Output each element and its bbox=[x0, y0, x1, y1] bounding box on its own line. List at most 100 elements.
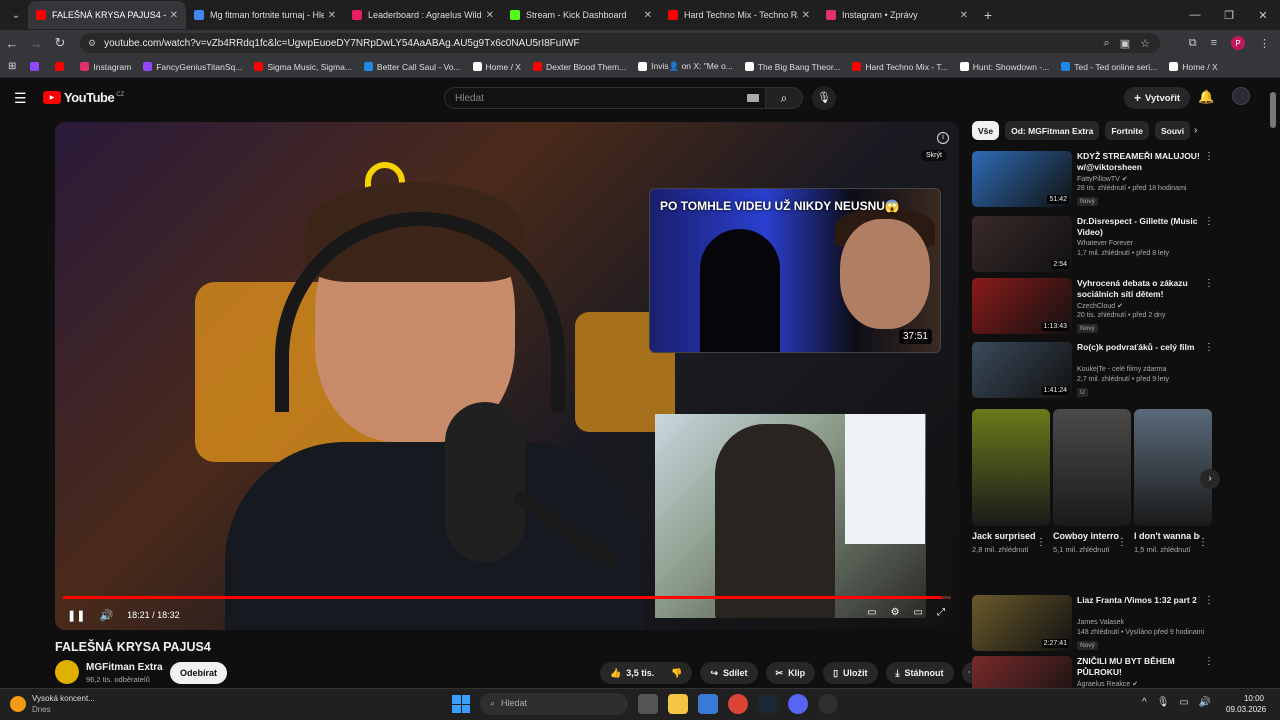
speaker-icon[interactable]: 🔊 bbox=[1199, 697, 1211, 708]
subtitles-icon[interactable]: ▭ bbox=[867, 607, 876, 618]
info-icon[interactable]: i bbox=[937, 132, 949, 144]
scrollbar-thumb[interactable] bbox=[1270, 92, 1276, 128]
youtube-logo[interactable]: ▶ YouTube CZ bbox=[43, 90, 124, 105]
bookmark-item[interactable]: Dexter Blood Them... bbox=[532, 62, 626, 72]
notifications-bell-icon[interactable]: 🔔 bbox=[1198, 89, 1214, 105]
video-title[interactable]: ZNIČILI MU BYT BĚHEM PŮLROKU! bbox=[1077, 656, 1202, 678]
account-avatar[interactable] bbox=[1232, 87, 1250, 105]
site-info-icon[interactable]: ⚙ bbox=[88, 38, 96, 49]
thumbs-down-icon[interactable]: 👎 bbox=[671, 668, 682, 679]
browser-tab[interactable]: Leaderboard : Agraelus Wild H ✕ bbox=[344, 1, 502, 29]
tab-close-icon[interactable]: ✕ bbox=[644, 10, 652, 21]
bookmark-star-icon[interactable]: ☆ bbox=[1140, 37, 1150, 50]
windows-start-icon[interactable] bbox=[452, 695, 470, 713]
weather-widget[interactable]: Vysoká koncent... Dnes bbox=[10, 693, 95, 715]
short-card[interactable]: Jack surprised a... 2,8 mil. zhlédnutí ⋮ bbox=[972, 409, 1050, 555]
recommended-video[interactable]: 2:54 Dr.Disrespect - Gillette (Music Vid… bbox=[972, 216, 1214, 272]
voice-search-icon[interactable]: 🎙 bbox=[812, 86, 836, 110]
progress-bar[interactable] bbox=[63, 596, 951, 599]
video-thumbnail[interactable]: 1:41:24 bbox=[972, 342, 1072, 398]
more-options-icon[interactable]: ⋮ bbox=[1204, 656, 1214, 667]
taskbar-search[interactable]: ⌕ Hledat bbox=[480, 693, 628, 715]
pause-icon[interactable]: ❚❚ bbox=[67, 609, 85, 622]
share-button[interactable]: ↪ Sdílet bbox=[700, 662, 758, 684]
short-thumbnail[interactable] bbox=[1134, 409, 1212, 526]
close-window-icon[interactable]: ✕ bbox=[1246, 9, 1280, 22]
recommended-video[interactable]: 2:27:41 Liaz Franta /Vimos 1:32 part 2 J… bbox=[972, 595, 1214, 651]
recommended-video[interactable]: 1:13:43 Vyhrocená debata o zákazu sociál… bbox=[972, 278, 1214, 334]
recommended-video[interactable]: ZNIČILI MU BYT BĚHEM PŮLROKU! Agraelus R… bbox=[972, 656, 1214, 712]
bookmark-item[interactable]: Home / X bbox=[1169, 62, 1218, 72]
create-button[interactable]: + Vytvořit bbox=[1124, 87, 1191, 109]
short-title[interactable]: Jack surprised a... bbox=[972, 531, 1038, 541]
back-icon[interactable]: ← bbox=[0, 36, 24, 51]
media-icon[interactable]: ≡ bbox=[1211, 37, 1217, 49]
download-button[interactable]: ⤓ Stáhnout bbox=[885, 662, 954, 684]
bookmark-item[interactable] bbox=[30, 62, 43, 71]
tab-close-icon[interactable]: ✕ bbox=[486, 10, 494, 21]
chevron-right-icon[interactable]: › bbox=[1194, 125, 1197, 136]
settings-icon[interactable]: ⚙ bbox=[891, 607, 900, 618]
browser-tab[interactable]: Instagram • Zprávy ✕ bbox=[818, 1, 976, 29]
video-thumbnail[interactable]: 2:27:41 bbox=[972, 595, 1072, 651]
save-button[interactable]: ▯ Uložit bbox=[823, 662, 878, 684]
video-title[interactable]: KDYŽ STREAMEŘI MALUJOU! w/@viktorsheen @… bbox=[1077, 151, 1202, 173]
apps-icon[interactable]: ⊞ bbox=[8, 61, 16, 72]
zoom-icon[interactable]: ⌕ bbox=[1104, 37, 1110, 50]
recommended-video[interactable]: 51:42 KDYŽ STREAMEŘI MALUJOU! w/@viktors… bbox=[972, 151, 1214, 207]
bookmark-item[interactable]: Ted - Ted online seri... bbox=[1061, 62, 1157, 72]
tab-close-icon[interactable]: ✕ bbox=[170, 10, 178, 21]
hamburger-menu-icon[interactable]: ☰ bbox=[14, 90, 27, 107]
video-title[interactable]: Ro(c)k podvraťáků - celý film bbox=[1077, 342, 1202, 353]
reload-icon[interactable]: ↻ bbox=[48, 35, 72, 51]
volume-icon[interactable]: 🔊 bbox=[99, 609, 113, 622]
more-options-icon[interactable]: ⋮ bbox=[1204, 278, 1214, 289]
tab-close-icon[interactable]: ✕ bbox=[802, 10, 810, 21]
short-thumbnail[interactable] bbox=[972, 409, 1050, 526]
filter-chip[interactable]: Fortnite bbox=[1105, 121, 1149, 140]
miniplayer-icon[interactable]: ▭ bbox=[914, 607, 923, 618]
video-channel[interactable]: Agraelus Reakce ✔ bbox=[1077, 680, 1138, 688]
video-title[interactable]: Dr.Disrespect - Gillette (Music Video) bbox=[1077, 216, 1202, 238]
clip-button[interactable]: ✂ Klip bbox=[765, 662, 816, 684]
channel-avatar[interactable] bbox=[55, 660, 79, 684]
more-options-icon[interactable]: ⋮ bbox=[1204, 595, 1214, 606]
obs-icon[interactable] bbox=[818, 694, 838, 714]
browser-tab[interactable]: Hard Techno Mix - Techno Rave ✕ bbox=[660, 1, 818, 29]
like-button[interactable]: 👍 3,5 tis. 👎 bbox=[600, 662, 693, 684]
minimize-icon[interactable]: — bbox=[1178, 9, 1212, 21]
short-title[interactable]: I don't wanna be captain ... bbox=[1134, 531, 1200, 541]
search-button[interactable]: ⌕ bbox=[765, 87, 803, 109]
video-thumbnail[interactable]: 1:13:43 bbox=[972, 278, 1072, 334]
bookmark-item[interactable]: Hard Techno Mix - T... bbox=[852, 62, 948, 72]
video-thumbnail[interactable]: 2:54 bbox=[972, 216, 1072, 272]
filter-chip[interactable]: Vše bbox=[972, 121, 1000, 140]
more-options-icon[interactable]: ⋮ bbox=[1204, 216, 1214, 227]
page-scrollbar[interactable] bbox=[1270, 82, 1276, 686]
video-channel[interactable]: KoukejTe - celé filmy zdarma bbox=[1077, 366, 1166, 373]
video-player[interactable]: PO TOMHLE VIDEU UŽ NIKDY NEUSNU😱 37:51 i… bbox=[55, 122, 959, 630]
bookmark-item[interactable]: The Big Bang Theor... bbox=[744, 62, 840, 72]
keyboard-icon[interactable] bbox=[747, 94, 759, 102]
search-input[interactable]: Hledat bbox=[444, 87, 766, 109]
cast-icon[interactable]: ▣ bbox=[1120, 37, 1130, 50]
video-channel[interactable]: FattyPillowTV ✔ bbox=[1077, 175, 1128, 183]
browser-tab[interactable]: Stream - Kick Dashboard ✕ bbox=[502, 1, 660, 29]
filter-chip[interactable]: Souvi bbox=[1154, 121, 1191, 140]
bookmark-item[interactable]: Invis👤 on X: "Me o... bbox=[638, 61, 733, 72]
maximize-icon[interactable]: ❐ bbox=[1212, 9, 1246, 22]
subscribe-button[interactable]: Odebírat bbox=[170, 662, 228, 684]
steam-icon[interactable] bbox=[758, 694, 778, 714]
extensions-icon[interactable]: ⧉ bbox=[1189, 37, 1197, 50]
file-explorer-icon[interactable] bbox=[668, 694, 688, 714]
filter-chip[interactable]: Od: MGFitman Extra bbox=[1005, 121, 1100, 140]
tab-search-icon[interactable]: ⌄ bbox=[4, 3, 28, 27]
task-view-icon[interactable] bbox=[638, 694, 658, 714]
channel-name[interactable]: MGFitman Extra bbox=[86, 662, 163, 673]
overlay-video-thumbnail[interactable]: PO TOMHLE VIDEU UŽ NIKDY NEUSNU😱 37:51 bbox=[649, 188, 941, 353]
fullscreen-icon[interactable]: ⤢ bbox=[937, 607, 945, 618]
more-options-icon[interactable]: ⋮ bbox=[1036, 537, 1046, 548]
more-options-icon[interactable]: ⋮ bbox=[1204, 342, 1214, 353]
address-bar[interactable]: ⚙ youtube.com/watch?v=vZb4RRdq1fc&lc=Ugw… bbox=[80, 33, 1160, 53]
menu-icon[interactable]: ⋮ bbox=[1259, 37, 1270, 50]
